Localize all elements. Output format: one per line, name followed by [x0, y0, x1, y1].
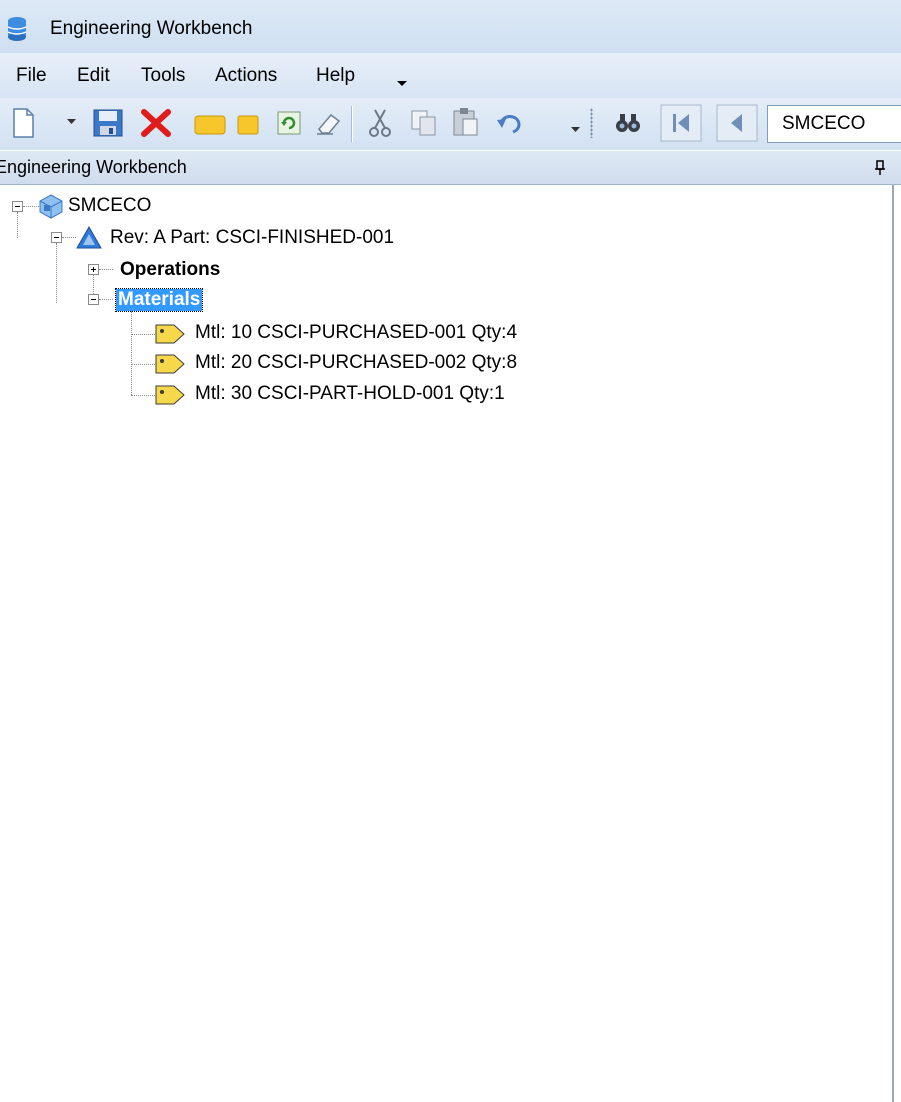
window-title: Engineering Workbench: [50, 18, 253, 39]
tree-connector: [131, 395, 155, 397]
delete-icon[interactable]: [140, 108, 172, 138]
materials-collapse-toggle[interactable]: [88, 294, 99, 305]
clear-icon[interactable]: [313, 109, 343, 137]
search-icon[interactable]: [614, 110, 642, 134]
tree-node-material-3[interactable]: Mtl: 30 CSCI-PART-HOLD-001 Qty:1: [195, 383, 505, 405]
company-icon: [39, 194, 63, 219]
sticky-icon[interactable]: [236, 114, 260, 136]
refresh-icon[interactable]: [276, 110, 302, 136]
menu-actions[interactable]: Actions: [215, 65, 277, 87]
material-tag-icon: [155, 354, 185, 374]
note-icon[interactable]: [193, 112, 227, 136]
first-icon[interactable]: [660, 104, 702, 142]
tree-node-operations[interactable]: Operations: [120, 259, 220, 281]
toolbar: [0, 98, 901, 150]
revision-collapse-toggle[interactable]: [51, 232, 62, 243]
company-combo[interactable]: SMCECO: [767, 105, 901, 143]
tree-connector: [99, 269, 113, 271]
tree-connector: [93, 275, 95, 294]
panel-right-border: [892, 185, 894, 1102]
menu-overflow-icon[interactable]: [396, 77, 408, 87]
tree-connector: [131, 311, 133, 395]
tree-connector: [131, 334, 155, 336]
tree-connector: [23, 206, 39, 208]
tree-node-material-2[interactable]: Mtl: 20 CSCI-PURCHASED-002 Qty:8: [195, 352, 517, 374]
tree-node-root[interactable]: SMCECO: [68, 195, 151, 217]
database-icon: [7, 17, 27, 41]
tree-connector: [131, 364, 155, 366]
tree-view[interactable]: SMCECO Rev: A Part: CSCI-FINISHED-001 Op…: [0, 185, 892, 1102]
tree-connector: [56, 243, 58, 303]
new-icon[interactable]: [10, 106, 36, 140]
operations-expand-toggle[interactable]: [88, 264, 99, 275]
title-bar: Engineering Workbench: [0, 0, 901, 53]
panel-header: Engineering Workbench: [0, 151, 901, 185]
tree-node-materials[interactable]: Materials: [114, 288, 204, 312]
toolbar-grip[interactable]: [590, 108, 593, 138]
panel-title: Engineering Workbench: [0, 157, 187, 177]
tree-node-material-1[interactable]: Mtl: 10 CSCI-PURCHASED-001 Qty:4: [195, 322, 517, 344]
undo-icon[interactable]: [495, 110, 523, 136]
revision-icon: [76, 225, 102, 249]
material-tag-icon: [155, 324, 185, 344]
tree-connector: [62, 237, 76, 239]
cut-icon[interactable]: [366, 108, 394, 138]
previous-icon[interactable]: [716, 104, 758, 142]
menu-bar: File Edit Tools Actions Help: [0, 53, 901, 98]
root-collapse-toggle[interactable]: [12, 201, 23, 212]
tree-node-revision[interactable]: Rev: A Part: CSCI-FINISHED-001: [110, 227, 394, 249]
menu-edit[interactable]: Edit: [77, 65, 110, 87]
menu-help[interactable]: Help: [316, 65, 355, 87]
toolbar-separator: [351, 106, 353, 142]
menu-tools[interactable]: Tools: [141, 65, 185, 87]
pin-icon[interactable]: [874, 160, 886, 176]
material-tag-icon: [155, 385, 185, 405]
tree-connector: [17, 212, 19, 238]
dropdown-arrow-icon[interactable]: [67, 118, 76, 126]
tree-connector: [99, 299, 113, 301]
toolbar-overflow-icon[interactable]: [571, 126, 580, 134]
copy-icon[interactable]: [409, 108, 439, 138]
save-icon[interactable]: [92, 108, 124, 138]
paste-icon[interactable]: [451, 106, 481, 138]
menu-file[interactable]: File: [16, 65, 47, 87]
